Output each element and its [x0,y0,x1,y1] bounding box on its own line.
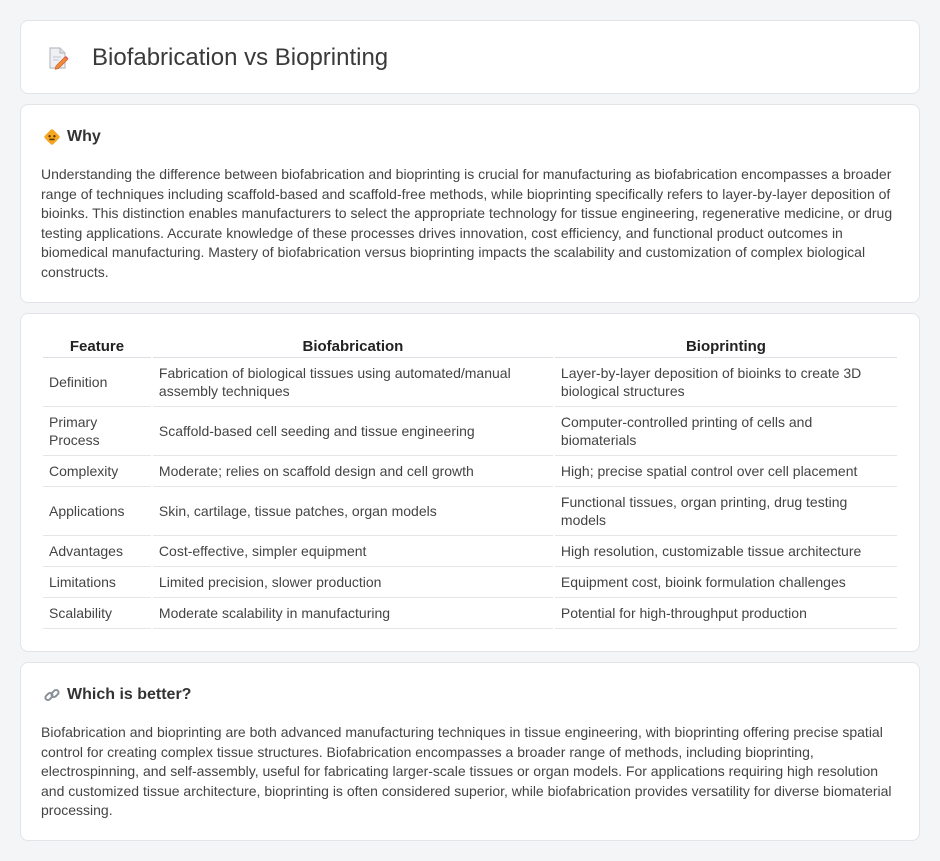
table-row: Limitations Limited precision, slower pr… [43,567,897,598]
better-heading-row: Which is better? [43,685,191,705]
biofabrication-cell: Fabrication of biological tissues using … [152,358,553,407]
why-heading-row: Why [43,127,101,147]
why-text: Understanding the difference between bio… [41,166,893,280]
warning-diamond-icon [43,128,61,146]
bioprinting-cell: Layer-by-layer deposition of bioinks to … [554,358,897,407]
table-row: Advantages Cost-effective, simpler equip… [43,536,897,567]
table-row: Applications Skin, cartilage, tissue pat… [43,487,897,536]
biofabrication-cell: Skin, cartilage, tissue patches, organ m… [152,487,553,536]
page-title: Biofabrication vs Bioprinting [92,44,389,71]
comparison-table: Feature Biofabrication Bioprinting Defin… [41,334,899,629]
biofabrication-cell: Moderate; relies on scaffold design and … [152,456,553,487]
table-row: Complexity Moderate; relies on scaffold … [43,456,897,487]
title-card: Biofabrication vs Bioprinting [20,20,920,94]
why-section: Why Understanding the difference between… [20,104,920,303]
link-icon [43,686,61,704]
bioprinting-cell: Potential for high-throughput production [554,598,897,629]
header-feature: Feature [43,334,151,358]
document-pencil-icon [47,46,69,70]
feature-cell: Primary Process [43,407,151,456]
biofabrication-cell: Limited precision, slower production [152,567,553,598]
why-heading: Why [67,128,101,145]
bioprinting-cell: Functional tissues, organ printing, drug… [554,487,897,536]
bioprinting-cell: High; precise spatial control over cell … [554,456,897,487]
table-row: Primary Process Scaffold-based cell seed… [43,407,897,456]
header-bioprinting: Bioprinting [554,334,897,358]
which-is-better-section: Which is better? Biofabrication and biop… [20,662,920,841]
feature-cell: Advantages [43,536,151,567]
better-text: Biofabrication and bioprinting are both … [41,724,892,818]
better-heading: Which is better? [67,686,192,703]
feature-cell: Definition [43,358,151,407]
biofabrication-cell: Cost-effective, simpler equipment [152,536,553,567]
feature-cell: Complexity [43,456,151,487]
feature-cell: Applications [43,487,151,536]
feature-cell: Scalability [43,598,151,629]
biofabrication-cell: Scaffold-based cell seeding and tissue e… [152,407,553,456]
feature-cell: Limitations [43,567,151,598]
table-header-row: Feature Biofabrication Bioprinting [43,334,897,358]
comparison-section: Feature Biofabrication Bioprinting Defin… [20,313,920,652]
bioprinting-cell: Equipment cost, bioink formulation chall… [554,567,897,598]
bioprinting-cell: High resolution, customizable tissue arc… [554,536,897,567]
bioprinting-cell: Computer-controlled printing of cells an… [554,407,897,456]
table-row: Definition Fabrication of biological tis… [43,358,897,407]
header-biofabrication: Biofabrication [152,334,553,358]
biofabrication-cell: Moderate scalability in manufacturing [152,598,553,629]
table-row: Scalability Moderate scalability in manu… [43,598,897,629]
